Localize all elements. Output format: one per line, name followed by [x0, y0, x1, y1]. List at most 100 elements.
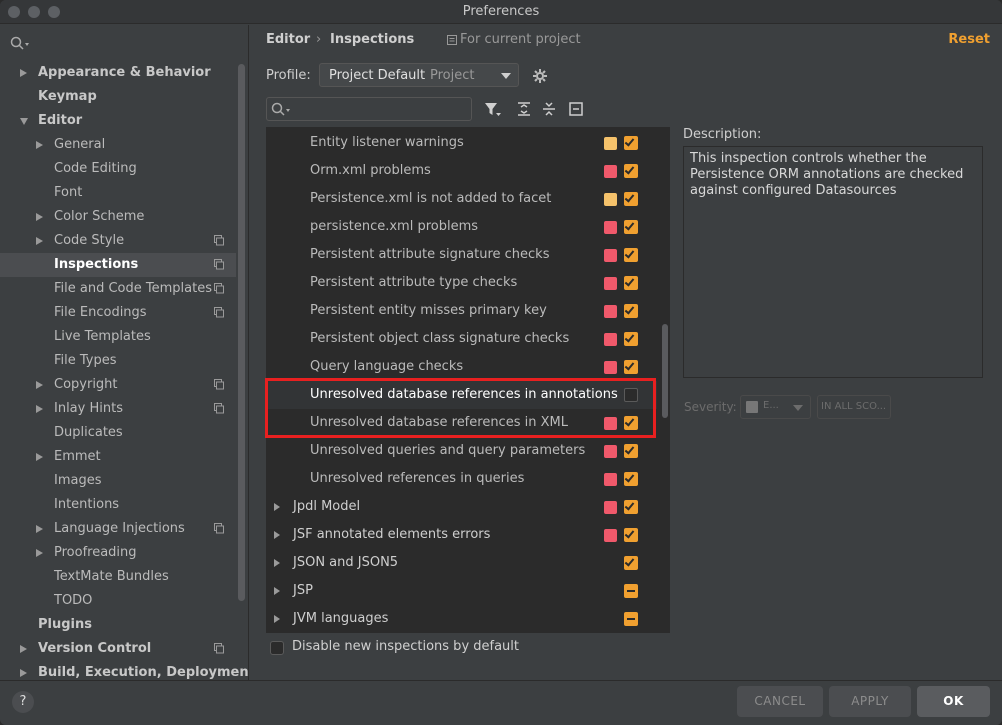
sidebar-item[interactable]: File and Code Templates: [0, 277, 236, 301]
cancel-button[interactable]: CANCEL: [737, 686, 823, 717]
inspection-group-row[interactable]: JSF annotated elements errors: [267, 521, 657, 549]
chevron-right-icon[interactable]: [36, 525, 43, 533]
sidebar-scrollbar[interactable]: [238, 64, 245, 601]
inspection-checkbox[interactable]: [624, 248, 638, 262]
reset-link[interactable]: Reset: [948, 32, 990, 47]
chevron-right-icon[interactable]: [36, 141, 43, 149]
inspection-checkbox[interactable]: [624, 136, 638, 150]
inspection-row[interactable]: persistence.xml problems: [267, 213, 657, 241]
inspection-checkbox[interactable]: [624, 528, 638, 542]
reset-to-default-icon[interactable]: [568, 101, 584, 117]
inspection-checkbox[interactable]: [624, 416, 638, 430]
sidebar-item[interactable]: Images: [0, 469, 236, 493]
inspection-checkbox[interactable]: [624, 304, 638, 318]
expand-all-icon[interactable]: [516, 101, 532, 117]
inspection-checkbox[interactable]: [624, 500, 638, 514]
chevron-right-icon[interactable]: [274, 503, 280, 511]
tree-scrollbar[interactable]: [662, 324, 668, 418]
sidebar-item[interactable]: Inlay Hints: [0, 397, 236, 421]
sidebar-item[interactable]: Color Scheme: [0, 205, 236, 229]
chevron-right-icon[interactable]: [36, 237, 43, 245]
settings-search-input[interactable]: [8, 33, 238, 55]
inspection-checkbox[interactable]: [624, 444, 638, 458]
inspection-row[interactable]: Query language checks: [267, 353, 657, 381]
severity-dropdown[interactable]: E...: [740, 395, 811, 419]
inspection-row[interactable]: Unresolved queries and query parameters: [267, 437, 657, 465]
chevron-right-icon[interactable]: [274, 587, 280, 595]
sidebar-item[interactable]: Keymap: [0, 85, 236, 109]
sidebar-item[interactable]: Font: [0, 181, 236, 205]
chevron-right-icon[interactable]: [274, 559, 280, 567]
collapse-all-icon[interactable]: [541, 101, 557, 117]
sidebar-item[interactable]: Version Control: [0, 637, 236, 661]
sidebar-item[interactable]: Proofreading: [0, 541, 236, 565]
inspection-row[interactable]: Persistent attribute type checks: [267, 269, 657, 297]
sidebar-item[interactable]: Appearance & Behavior: [0, 61, 236, 85]
sidebar-item[interactable]: Code Editing: [0, 157, 236, 181]
profile-dropdown[interactable]: Project Default Project: [319, 63, 519, 87]
chevron-down-icon[interactable]: [20, 118, 28, 125]
check-icon: [624, 164, 635, 175]
inspection-checkbox[interactable]: [624, 192, 638, 206]
sidebar-item[interactable]: TODO: [0, 589, 236, 613]
inspection-checkbox[interactable]: [624, 332, 638, 346]
inspection-checkbox[interactable]: [624, 612, 638, 626]
inspection-group-row[interactable]: JSON and JSON5: [267, 549, 657, 577]
sidebar-item[interactable]: File Encodings: [0, 301, 236, 325]
inspection-group-row[interactable]: Jpdl Model: [267, 493, 657, 521]
chevron-right-icon[interactable]: [36, 213, 43, 221]
sidebar-item[interactable]: General: [0, 133, 236, 157]
inspection-checkbox[interactable]: [624, 164, 638, 178]
chevron-right-icon[interactable]: [36, 381, 43, 389]
sidebar-item[interactable]: Code Style: [0, 229, 236, 253]
inspection-row[interactable]: Entity listener warnings: [267, 129, 657, 157]
sidebar-item[interactable]: Plugins: [0, 613, 236, 637]
chevron-right-icon[interactable]: [274, 615, 280, 623]
sidebar-item[interactable]: Copyright: [0, 373, 236, 397]
sidebar-item[interactable]: Inspections: [0, 253, 236, 277]
chevron-right-icon[interactable]: [20, 69, 27, 77]
inspection-row[interactable]: Unresolved references in queries: [267, 465, 657, 493]
inspection-checkbox[interactable]: [624, 584, 638, 598]
inspection-row[interactable]: Persistent entity misses primary key: [267, 297, 657, 325]
inspection-checkbox[interactable]: [624, 220, 638, 234]
inspection-group-row[interactable]: JSP: [267, 577, 657, 605]
inspection-checkbox[interactable]: [624, 472, 638, 486]
inspection-row[interactable]: Persistent attribute signature checks: [267, 241, 657, 269]
sidebar-item[interactable]: Emmet: [0, 445, 236, 469]
help-button[interactable]: ?: [12, 691, 34, 713]
chevron-right-icon[interactable]: [20, 645, 27, 653]
ok-button[interactable]: OK: [917, 686, 990, 717]
inspection-row[interactable]: Orm.xml problems: [267, 157, 657, 185]
scope-dropdown[interactable]: IN ALL SCO...: [817, 395, 891, 419]
apply-button[interactable]: APPLY: [829, 686, 911, 717]
sidebar-item[interactable]: Build, Execution, Deployment: [0, 661, 248, 680]
inspection-search-input[interactable]: [266, 97, 472, 121]
checkbox-box[interactable]: [270, 641, 284, 655]
sidebar-item[interactable]: Editor: [0, 109, 236, 133]
inspection-checkbox[interactable]: [624, 556, 638, 570]
sidebar-item[interactable]: Intentions: [0, 493, 236, 517]
sidebar-item[interactable]: TextMate Bundles: [0, 565, 236, 589]
sidebar-item[interactable]: Live Templates: [0, 325, 236, 349]
gear-icon[interactable]: [532, 68, 548, 84]
sidebar-item[interactable]: Language Injections: [0, 517, 236, 541]
inspection-row[interactable]: Unresolved database references in annota…: [267, 381, 657, 409]
inspection-group-row[interactable]: JVM languages: [267, 605, 657, 632]
breadcrumb-editor[interactable]: Editor: [266, 32, 310, 47]
chevron-right-icon[interactable]: [36, 405, 43, 413]
inspection-checkbox[interactable]: [624, 360, 638, 374]
filter-icon[interactable]: [484, 101, 502, 119]
chevron-right-icon[interactable]: [36, 453, 43, 461]
chevron-right-icon[interactable]: [274, 531, 280, 539]
inspection-row[interactable]: Persistence.xml is not added to facet: [267, 185, 657, 213]
chevron-right-icon[interactable]: [36, 549, 43, 557]
inspection-row[interactable]: Persistent object class signature checks: [267, 325, 657, 353]
inspection-checkbox[interactable]: [624, 276, 638, 290]
partial-check-icon: [627, 590, 635, 592]
sidebar-item[interactable]: File Types: [0, 349, 236, 373]
inspection-checkbox[interactable]: [624, 388, 638, 402]
inspection-row[interactable]: Unresolved database references in XML: [267, 409, 657, 437]
chevron-right-icon[interactable]: [20, 669, 27, 677]
sidebar-item[interactable]: Duplicates: [0, 421, 236, 445]
